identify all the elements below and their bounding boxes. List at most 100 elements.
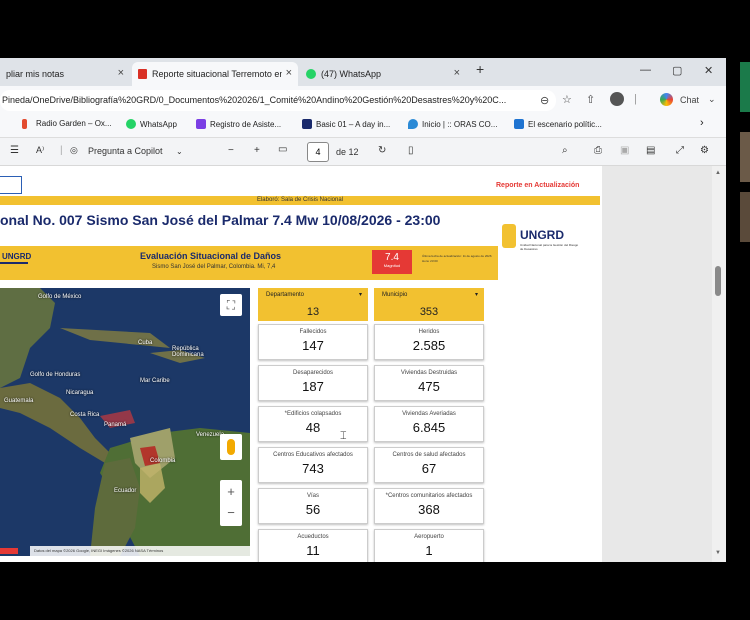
divider: | [60,145,63,156]
rotate-icon[interactable]: ↻ [378,145,386,156]
map-fullscreen-icon[interactable]: ⛶ [220,294,242,316]
stat-value: 48 [305,420,321,435]
scroll-down-icon[interactable]: ▼ [715,550,721,556]
page-view-icon[interactable]: ▯ [408,145,414,156]
street-view-icon[interactable] [220,434,242,460]
stat-value: 1 [425,543,433,558]
search-icon[interactable]: ⌕ [562,145,568,156]
close-icon[interactable]: × [118,67,124,79]
maximize-button[interactable]: ▢ [672,64,682,77]
star-icon[interactable]: ☆ [562,93,572,106]
close-icon[interactable]: × [286,67,292,79]
zoom-out-icon[interactable]: − [220,503,242,526]
save-as-icon[interactable]: ▤ [646,145,655,156]
stat-value: 475 [418,379,440,394]
stat-label: Viviendas Destruidas [400,370,458,376]
stat-label: Centros de salud afectados [392,452,466,458]
close-window-button[interactable]: ✕ [704,64,713,77]
tab-notas[interactable]: pliar mis notas × [0,62,130,86]
site-icon [302,119,312,129]
news-icon [514,119,524,129]
favorite-item[interactable]: Registro de Asiste... [196,119,281,129]
copilot-icon[interactable] [660,93,673,106]
list-icon[interactable]: ☰ [10,145,19,156]
ask-copilot-button[interactable]: Pregunta a Copilot [88,146,163,156]
tab-reporte[interactable]: Reporte situacional Terremoto en × [132,62,298,86]
pdf-viewer: Elaboró: Sala de Crisis Nacional Reporte… [0,166,726,562]
chat-button[interactable]: Chat [680,95,699,105]
stat-card: *Edificios colapsados 48 [258,406,368,442]
save-icon[interactable]: ▣ [620,145,629,156]
chevron-right-icon[interactable]: › [700,117,704,129]
stat-label: *Centros comunitarios afectados [385,493,473,499]
copilot-icon[interactable]: ◎ [70,145,78,156]
favorite-item[interactable]: Radio Garden – Ox... [36,119,112,128]
zoom-icon[interactable]: ⊖ [540,94,549,107]
banner-title: Evaluación Situacional de Daños [140,251,282,261]
read-aloud-button[interactable]: A⁾ [36,145,44,156]
municipio-value: 353 [374,304,484,321]
banner-subtitle: Sismo San José del Palmar, Colombia. Mi,… [152,264,276,270]
address-bar: Pineda/OneDrive/Bibliografía%20GRD/0_Doc… [0,86,726,114]
chevron-down-icon[interactable]: ⌄ [176,147,183,156]
map-label: Cuba [138,340,153,346]
stat-value: 6.845 [412,420,446,435]
stat-value: 187 [302,379,324,394]
profile-icon[interactable] [610,92,624,106]
divider [0,262,28,264]
zoom-out-button[interactable]: − [228,145,234,156]
zoom-in-icon[interactable]: + [220,480,242,503]
favorite-item[interactable]: Inicio | :: ORAS CO... [408,119,497,129]
stat-value: 743 [302,461,324,476]
tab-whatsapp[interactable]: (47) WhatsApp × [300,62,466,86]
drop-icon [408,119,418,129]
pdf-toolbar: ☰ A⁾ | ◎ Pregunta a Copilot ⌄ − + ▭ 4 de… [0,138,726,166]
stat-label: Aeropuerto [414,534,444,540]
stat-value: 11 [306,543,320,558]
browser-window: pliar mis notas × Reporte situacional Te… [0,58,726,562]
url-text: Pineda/OneDrive/Bibliografía%20GRD/0_Doc… [2,95,507,105]
stat-value: 2.585 [412,338,446,353]
fit-page-icon[interactable]: ▭ [278,144,287,155]
fullscreen-icon[interactable]: ⤢ [676,145,684,156]
close-icon[interactable]: × [454,67,460,79]
stat-card: Viviendas Averiadas 6.845 [374,406,484,442]
magnitude-badge: 7.4 Magnitud [372,250,412,274]
page-number-input[interactable]: 4 [307,142,329,162]
municipio-filter[interactable]: Municipio ▾ [374,288,484,304]
favorite-item[interactable]: WhatsApp [126,119,177,129]
map-label: Guatemala [4,398,34,404]
stat-label: Vías [306,493,319,499]
favorites-bar: Radio Garden – Ox... WhatsApp Registro d… [0,114,726,138]
zoom-in-button[interactable]: + [254,145,260,156]
stat-label: Viviendas Averiadas [402,411,456,417]
minimize-button[interactable]: — [640,64,651,76]
map-label: Colombia [150,458,176,464]
map-label: Golfo de México [38,294,82,300]
departamento-filter[interactable]: Departamento ▾ [258,288,368,304]
extension-icon[interactable]: ⇧ [586,93,595,106]
gear-icon[interactable]: ⚙ [700,145,709,156]
forms-icon [196,119,206,129]
map[interactable]: Golfo de México Cuba Golfo de Honduras R… [0,288,250,556]
new-tab-button[interactable]: + [476,61,484,77]
scrollbar[interactable]: ▲ ▼ [712,166,726,562]
map-label: Golfo de Honduras [30,372,81,378]
map-attribution: Datos del mapa ©2026 Google, INEGI Imáge… [30,546,250,556]
participant-tile [740,132,750,182]
magnitude-label: Magnitud [383,263,401,268]
print-icon[interactable]: ⎙ [594,145,602,156]
stat-card: Heridos 2.585 [374,324,484,360]
legend-scale [0,548,18,554]
url-field[interactable]: Pineda/OneDrive/Bibliografía%20GRD/0_Doc… [0,90,556,111]
stat-card: Centros Educativos afectados 743 [258,447,368,483]
evaluation-banner: UNGRD Evaluación Situacional de Daños Si… [0,246,498,280]
stat-card: Acueductos 11 [258,529,368,562]
scroll-up-icon[interactable]: ▲ [715,170,721,176]
scrollbar-thumb[interactable] [715,266,721,296]
banner-logo: UNGRD [2,252,32,261]
favorite-item[interactable]: El escenario polític... [514,119,602,129]
chevron-down-icon[interactable]: ⌄ [708,94,716,105]
ungrd-logo-subtitle: Unidad Nacional para la Gestión del Ries… [520,243,579,251]
favorite-item[interactable]: Basic 01 – A day in... [302,119,390,129]
